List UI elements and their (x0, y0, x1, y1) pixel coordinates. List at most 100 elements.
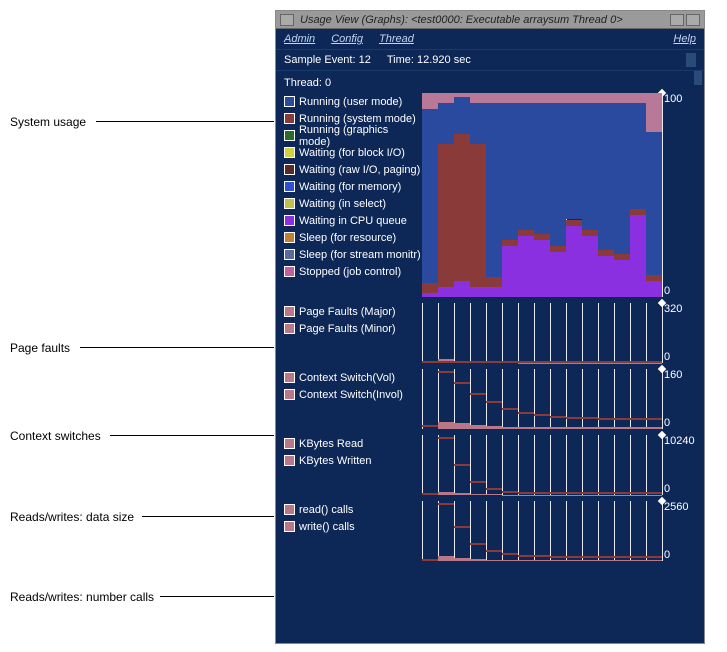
legend-swatch-icon (284, 521, 295, 532)
ymin-label: 0 (664, 351, 670, 363)
menu-config[interactable]: Config (331, 33, 363, 45)
ymin-label: 0 (664, 483, 670, 495)
legend-item: read() calls (284, 501, 422, 518)
annotation-line (96, 121, 274, 122)
legend-label: Waiting (for block I/O) (299, 147, 405, 159)
ymax-label: 160 (664, 369, 682, 381)
legend-swatch-icon (284, 249, 295, 260)
legend-label: Waiting (for memory) (299, 181, 401, 193)
legend-swatch-icon (284, 96, 295, 107)
legend-item: Page Faults (Minor) (284, 320, 422, 337)
legend-label: Context Switch(Invol) (299, 389, 403, 401)
annotation-context-switches: Context switches (10, 429, 101, 443)
maximize-button[interactable] (686, 14, 700, 26)
menu-help[interactable]: Help (673, 33, 696, 45)
legend-swatch-icon (284, 232, 295, 243)
ymax-label: 100 (664, 93, 682, 105)
legend-item: Page Faults (Major) (284, 303, 422, 320)
legend-label: KBytes Read (299, 438, 363, 450)
legend-label: read() calls (299, 504, 353, 516)
legend-swatch-icon (284, 266, 295, 277)
eventbar-handle-icon[interactable] (686, 53, 696, 67)
legend-label: Stopped (job control) (299, 266, 401, 278)
window-menu-icon[interactable] (280, 14, 294, 26)
legend-label: Waiting in CPU queue (299, 215, 407, 227)
legend-label: Page Faults (Major) (299, 306, 396, 318)
legend-item: Waiting in CPU queue (284, 212, 422, 229)
legend-label: write() calls (299, 521, 355, 533)
chart-area-context-switches[interactable] (422, 369, 662, 429)
legend-swatch-icon (284, 147, 295, 158)
legend-swatch-icon (284, 306, 295, 317)
legend-item: Waiting (for memory) (284, 178, 422, 195)
legend-swatch-icon (284, 181, 295, 192)
menu-thread[interactable]: Thread (379, 33, 414, 45)
sample-event-label: Sample Event: 12 (284, 54, 371, 66)
legend-item: Context Switch(Invol) (284, 386, 422, 403)
annotation-system-usage: System usage (10, 115, 86, 129)
menubar: Admin Config Thread Help (276, 29, 704, 49)
legend-label: Waiting (in select) (299, 198, 386, 210)
legend-label: KBytes Written (299, 455, 372, 467)
minimize-button[interactable] (670, 14, 684, 26)
chart-system-usage: Running (user mode)Running (system mode)… (284, 93, 696, 297)
ymax-label: 320 (664, 303, 682, 315)
legend-item: Running (graphics mode) (284, 127, 422, 144)
legend-swatch-icon (284, 323, 295, 334)
legend-item: Waiting (in select) (284, 195, 422, 212)
ymin-label: 0 (664, 285, 670, 297)
annotation-number-calls: Reads/writes: number calls (10, 590, 154, 604)
chart-context-switches: Context Switch(Vol) Context Switch(Invol)… (284, 369, 696, 429)
legend-label: Sleep (for stream monitr) (299, 249, 421, 261)
legend-label: Sleep (for resource) (299, 232, 396, 244)
chart-area-calls[interactable] (422, 501, 662, 561)
legend-swatch-icon (284, 389, 295, 400)
legend-swatch-icon (284, 130, 295, 141)
legend-item: Waiting (raw I/O, paging) (284, 161, 422, 178)
legend-label: Waiting (raw I/O, paging) (299, 164, 420, 176)
eventbar: Sample Event: 12 Time: 12.920 sec (276, 49, 704, 71)
legend-item: Sleep (for stream monitr) (284, 246, 422, 263)
thread-label: Thread: 0 (284, 77, 696, 89)
legend-item: KBytes Read (284, 435, 422, 452)
legend-item: Stopped (job control) (284, 263, 422, 280)
chart-page-faults: Page Faults (Major) Page Faults (Minor) 3… (284, 303, 696, 363)
legend-swatch-icon (284, 438, 295, 449)
scroll-handle-icon[interactable] (694, 71, 702, 85)
legend-item: Context Switch(Vol) (284, 369, 422, 386)
legend-label: Running (user mode) (299, 96, 402, 108)
annotation-data-size: Reads/writes: data size (10, 510, 134, 524)
legend-label: Page Faults (Minor) (299, 323, 396, 335)
ymin-label: 0 (664, 417, 670, 429)
chart-calls: read() callswrite() calls 2560 0 (284, 501, 696, 561)
legend-swatch-icon (284, 164, 295, 175)
titlebar[interactable]: Usage View (Graphs): <test0000: Executab… (276, 11, 704, 29)
usage-view-window: Usage View (Graphs): <test0000: Executab… (275, 10, 705, 644)
chart-area-page-faults[interactable] (422, 303, 662, 363)
chart-kbytes: KBytes Read KBytes Written 10240 0 (284, 435, 696, 495)
annotation-line (110, 435, 274, 436)
legend-swatch-icon (284, 113, 295, 124)
chart-area-system-usage[interactable] (422, 93, 662, 297)
menu-admin[interactable]: Admin (284, 33, 315, 45)
legend-swatch-icon (284, 504, 295, 515)
legend-label: Running (graphics mode) (299, 124, 422, 148)
legend-swatch-icon (284, 372, 295, 383)
legend-item: Running (user mode) (284, 93, 422, 110)
legend-item: write() calls (284, 518, 422, 535)
legend-label: Context Switch(Vol) (299, 372, 395, 384)
ymax-label: 10240 (664, 435, 695, 447)
legend-swatch-icon (284, 198, 295, 209)
legend-swatch-icon (284, 455, 295, 466)
annotation-line (160, 596, 274, 597)
window-title: Usage View (Graphs): <test0000: Executab… (300, 14, 670, 26)
ymax-label: 2560 (664, 501, 688, 513)
chart-area-kbytes[interactable] (422, 435, 662, 495)
legend-item: Sleep (for resource) (284, 229, 422, 246)
annotation-line (80, 347, 274, 348)
annotation-page-faults: Page faults (10, 341, 70, 355)
legend-item: Waiting (for block I/O) (284, 144, 422, 161)
annotation-line (142, 516, 274, 517)
time-label: Time: 12.920 sec (387, 54, 471, 66)
legend-swatch-icon (284, 215, 295, 226)
